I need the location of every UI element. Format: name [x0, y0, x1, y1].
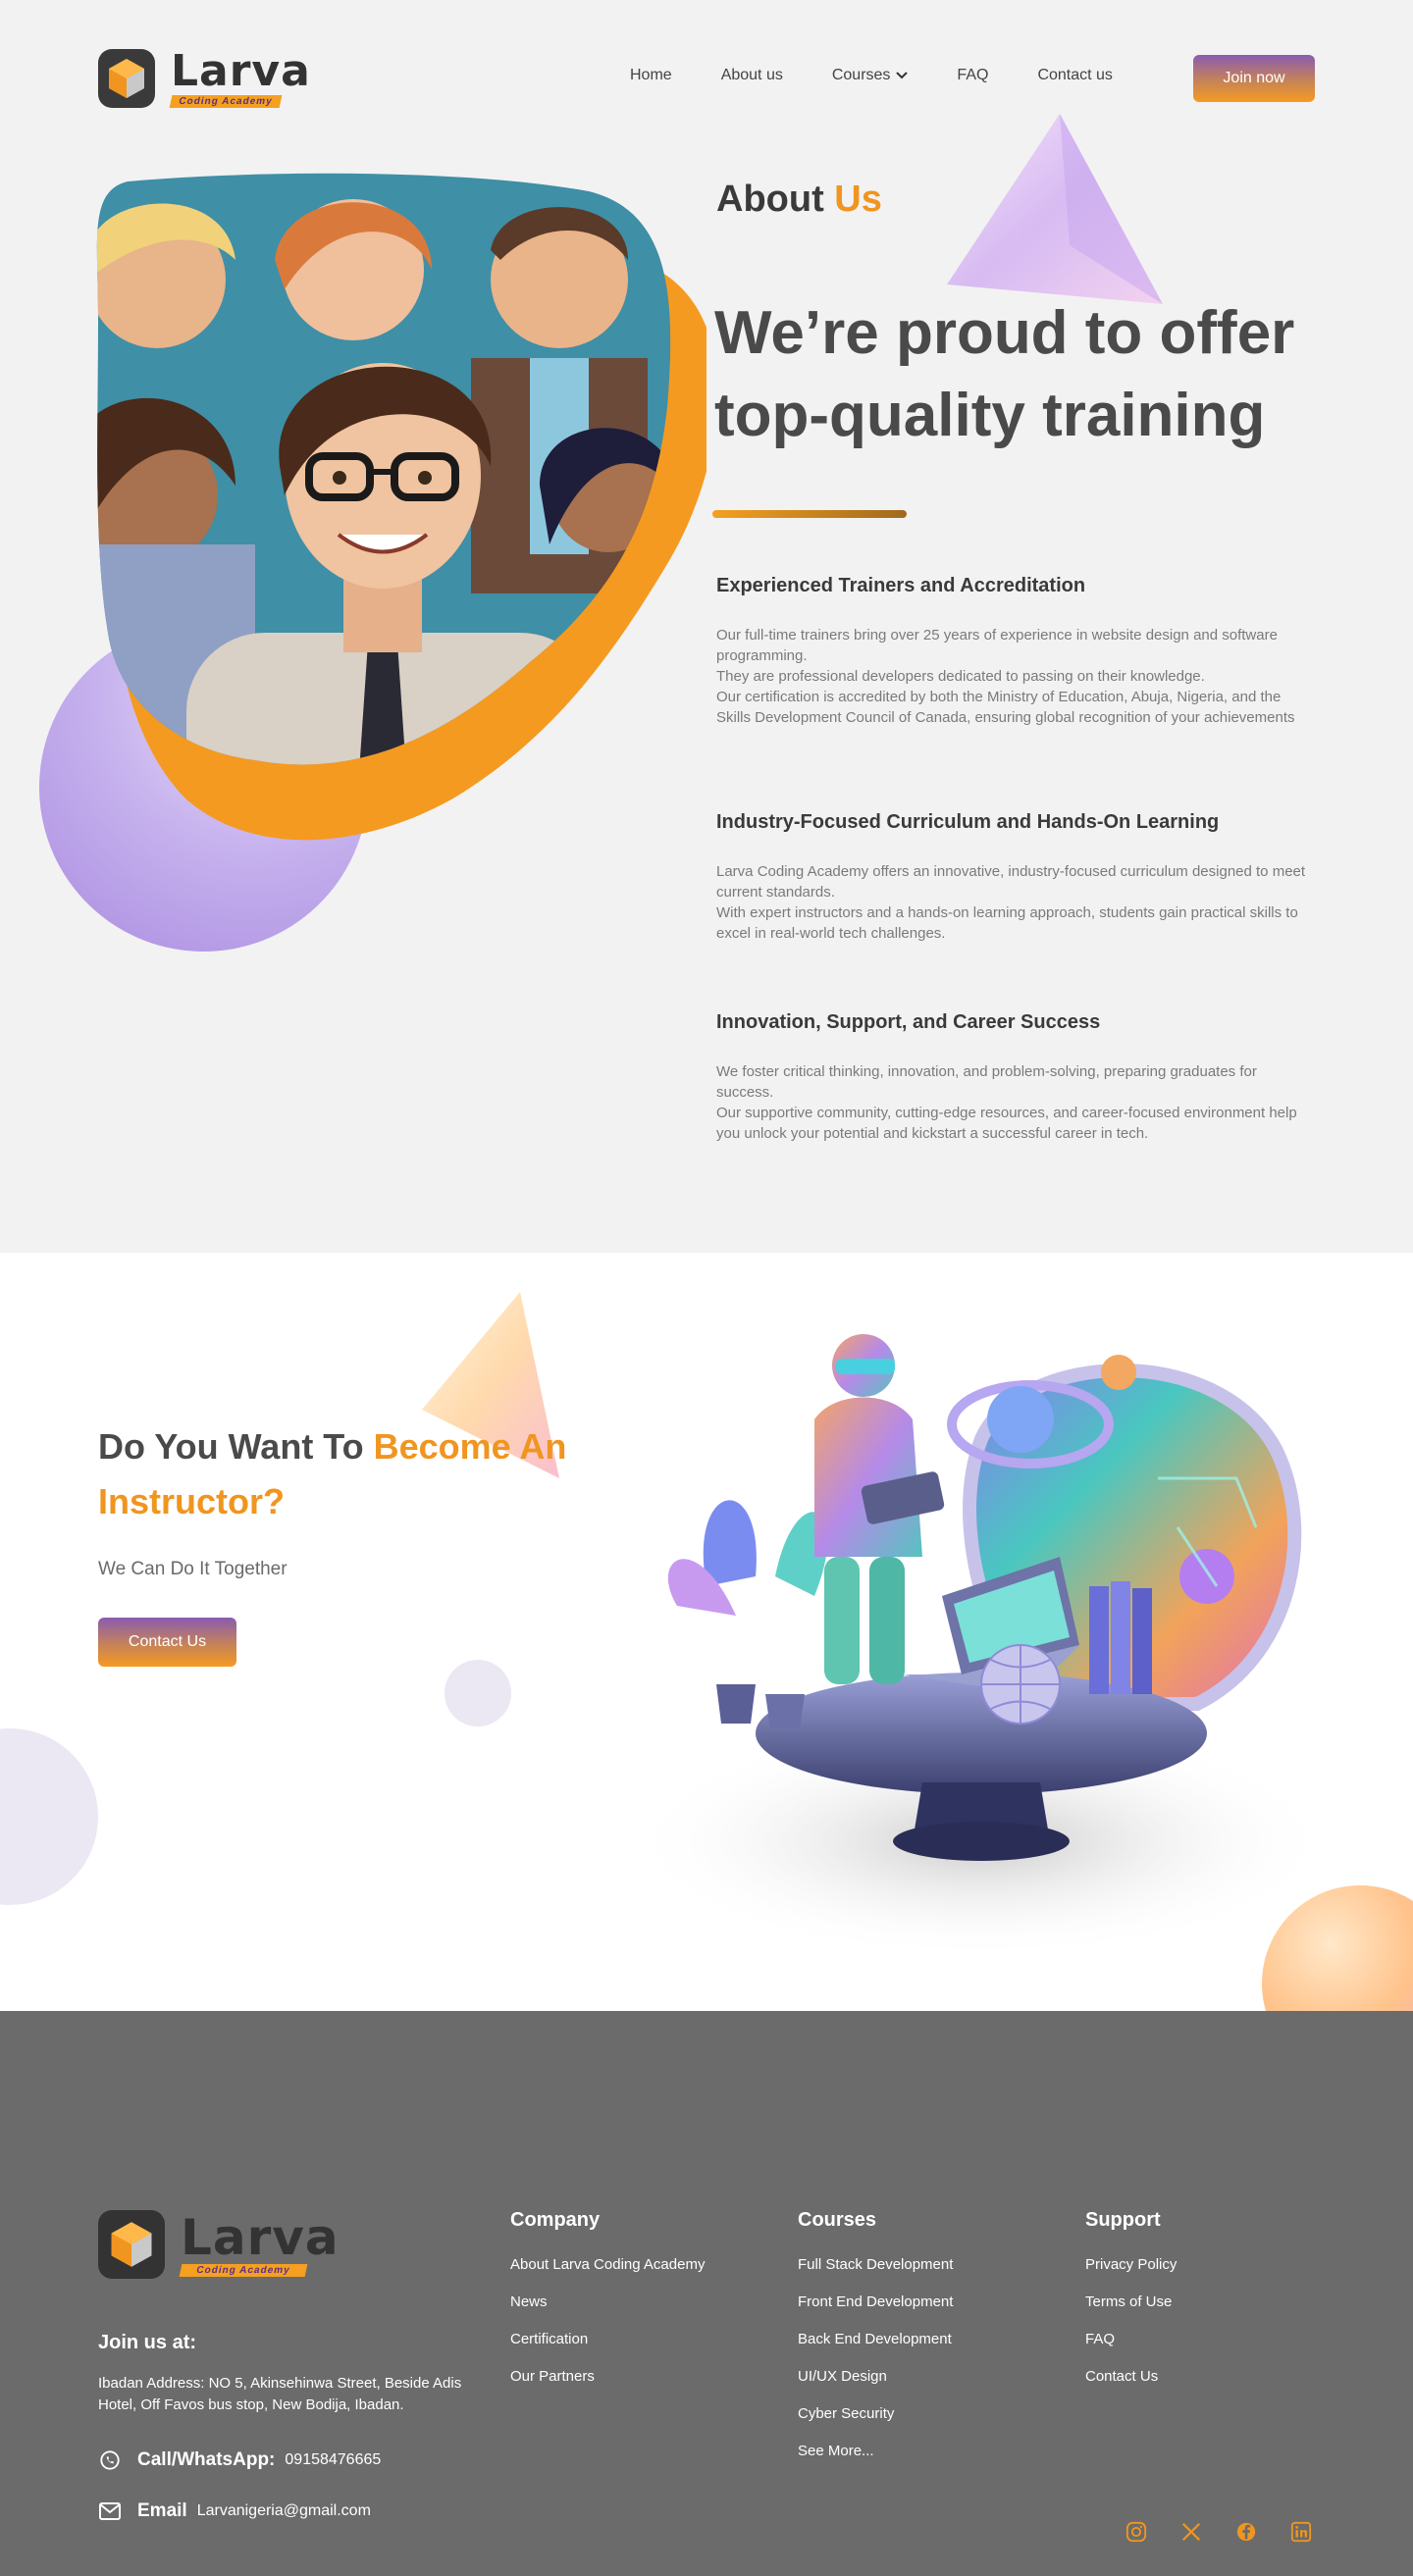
feature-block: Experienced Trainers and Accreditation O… — [716, 575, 1317, 728]
nav-home[interactable]: Home — [630, 67, 672, 84]
footer-company-column: Company About Larva Coding Academy News … — [510, 2209, 705, 2404]
footer-link[interactable]: Full Stack Development — [798, 2255, 953, 2275]
nav-faq[interactable]: FAQ — [957, 67, 988, 84]
social-links — [1124, 2519, 1343, 2545]
footer-support-column: Support Privacy Policy Terms of Use FAQ … — [1085, 2209, 1177, 2404]
footer-link[interactable]: News — [510, 2293, 705, 2312]
site-footer: Larva Coding Academy Join us at: Ibadan … — [0, 2011, 1413, 2576]
small-circle-decoration — [445, 1660, 511, 1726]
nav-courses[interactable]: Courses — [832, 67, 909, 84]
phone-contact[interactable]: Call/WhatsApp: 09158476665 — [98, 2448, 381, 2472]
nav-about[interactable]: About us — [721, 67, 783, 84]
linkedin-icon[interactable] — [1288, 2519, 1314, 2545]
team-photo-illustration — [96, 173, 706, 841]
instructor-title: Do You Want To Become An Instructor? — [98, 1419, 648, 1529]
footer-link[interactable]: Front End Development — [798, 2293, 953, 2312]
mail-icon — [98, 2499, 122, 2523]
feature-body: Larva Coding Academy offers an innovativ… — [716, 863, 1306, 942]
whatsapp-icon — [98, 2448, 122, 2472]
footer-courses-column: Courses Full Stack Development Front End… — [798, 2209, 953, 2479]
feature-title: Experienced Trainers and Accreditation — [716, 575, 1086, 596]
footer-brand-tagline: Coding Academy — [179, 2263, 308, 2277]
instructor-title-main: Do You Want To — [98, 1426, 364, 1467]
logo-cube-icon — [98, 2210, 165, 2279]
feature-title: Innovation, Support, and Career Success — [716, 1011, 1101, 1033]
feature-block: Innovation, Support, and Career Success … — [716, 1011, 1317, 1144]
instructor-section: Do You Want To Become An Instructor? We … — [0, 1253, 1413, 2011]
footer-link[interactable]: About Larva Coding Academy — [510, 2255, 705, 2275]
footer-link[interactable]: Our Partners — [510, 2367, 705, 2387]
feature-body: We foster critical thinking, innovation,… — [716, 1063, 1297, 1142]
phone-label: Call/WhatsApp: — [137, 2449, 276, 2470]
about-title-accent: Us — [834, 179, 882, 220]
site-header: Larva Coding Academy Home About us Cours… — [0, 0, 1413, 157]
about-hero-illustration — [13, 172, 706, 978]
footer-link[interactable]: Back End Development — [798, 2330, 953, 2349]
company-heading: Company — [510, 2209, 601, 2231]
courses-heading: Courses — [798, 2209, 877, 2231]
email-contact[interactable]: Email Larvanigeria@gmail.com — [98, 2499, 371, 2523]
feature-block: Industry-Focused Curriculum and Hands-On… — [716, 811, 1317, 944]
nav-contact[interactable]: Contact us — [1037, 67, 1112, 84]
footer-link[interactable]: Terms of Use — [1085, 2293, 1177, 2312]
join-us-heading: Join us at: — [98, 2332, 197, 2353]
tech-workspace-illustration — [628, 1334, 1334, 1959]
instructor-subtitle: We Can Do It Together — [98, 1559, 288, 1579]
feature-title: Industry-Focused Curriculum and Hands-On… — [716, 811, 1220, 833]
footer-brand-logo[interactable]: Larva Coding Academy — [98, 2210, 340, 2279]
brand-name: Larva — [171, 45, 311, 96]
logo-cube-icon — [98, 49, 155, 108]
footer-link[interactable]: FAQ — [1085, 2330, 1177, 2349]
footer-brand-name: Larva — [181, 2208, 340, 2266]
page: Larva Coding Academy Home About us Cours… — [0, 0, 1413, 2576]
footer-link[interactable]: Contact Us — [1085, 2367, 1177, 2387]
feature-body: Our full-time trainers bring over 25 yea… — [716, 627, 1295, 726]
x-icon[interactable] — [1178, 2519, 1204, 2545]
brand-logo[interactable]: Larva Coding Academy — [98, 49, 311, 108]
email-value: Larvanigeria@gmail.com — [196, 2502, 371, 2519]
headline-underline-bar — [712, 510, 907, 518]
instagram-icon[interactable] — [1124, 2519, 1149, 2545]
large-circle-decoration — [0, 1728, 98, 1905]
footer-link[interactable]: Certification — [510, 2330, 705, 2349]
contact-us-button[interactable]: Contact Us — [98, 1618, 236, 1667]
chevron-down-icon — [896, 69, 909, 82]
about-title-main: About — [716, 179, 824, 220]
nav-courses-label: Courses — [831, 67, 891, 83]
footer-link[interactable]: Cyber Security — [798, 2404, 953, 2424]
facebook-icon[interactable] — [1233, 2519, 1259, 2545]
address-text: Ibadan Address: NO 5, Akinsehinwa Street… — [98, 2375, 462, 2413]
about-headline: We’re proud to offer top-quality trainin… — [714, 299, 1295, 449]
brand-tagline: Coding Academy — [169, 94, 283, 108]
join-now-button[interactable]: Join now — [1193, 55, 1315, 102]
footer-link[interactable]: See More... — [798, 2442, 953, 2461]
footer-link[interactable]: Privacy Policy — [1085, 2255, 1177, 2275]
prism-triangle-decoration — [947, 114, 1163, 304]
footer-link[interactable]: UI/UX Design — [798, 2367, 953, 2387]
email-label: Email — [137, 2500, 187, 2521]
about-section-title: About Us — [716, 179, 882, 221]
support-heading: Support — [1085, 2209, 1161, 2231]
phone-value: 09158476665 — [285, 2451, 382, 2468]
main-nav: Home About us Courses FAQ Contact us — [630, 67, 1162, 84]
